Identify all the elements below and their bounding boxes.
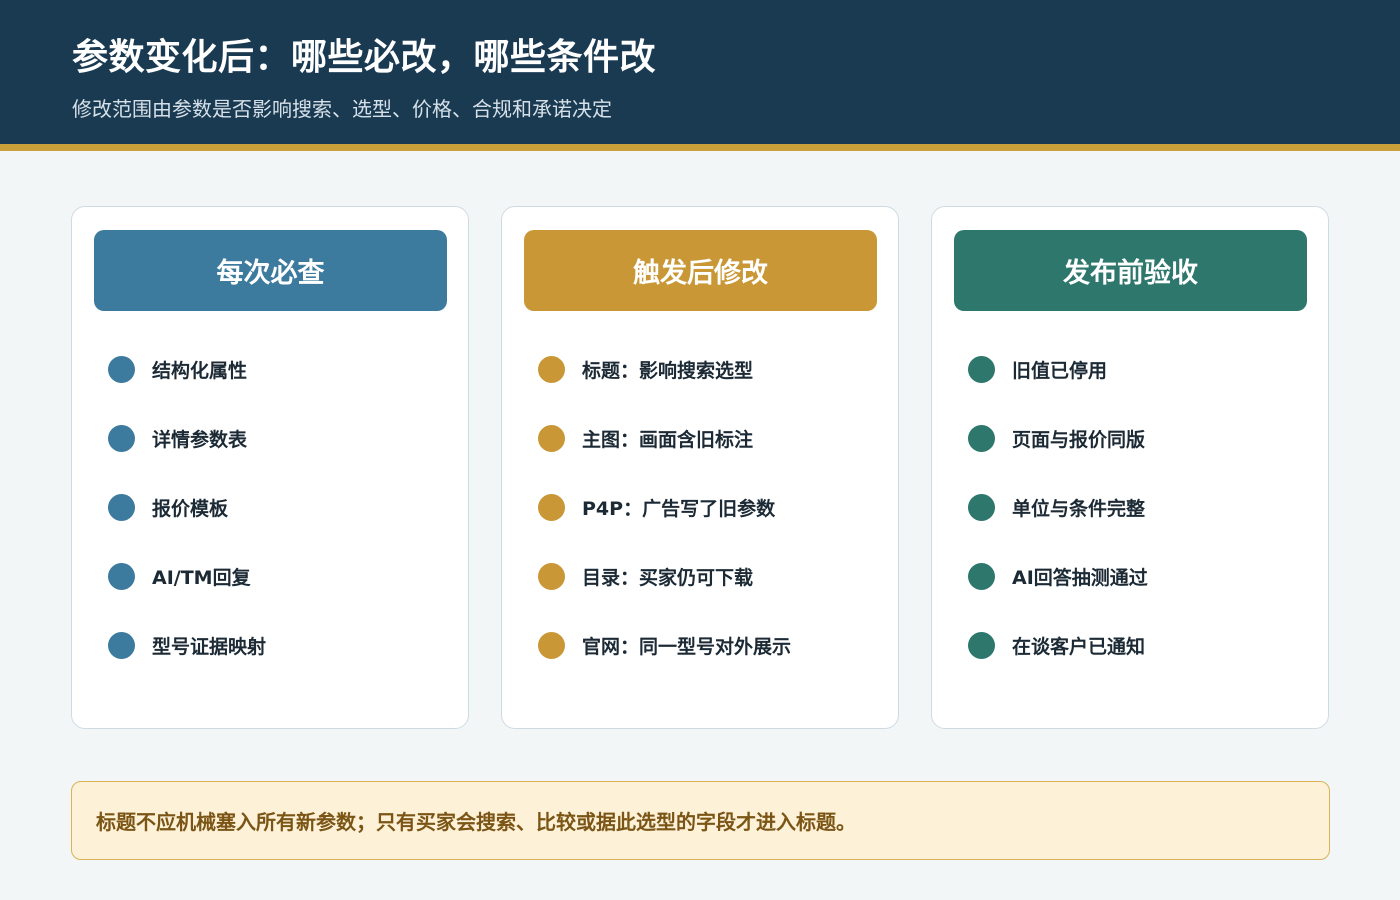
bullet-dot (538, 631, 565, 659)
list-item-label: 详情参数表 (152, 428, 248, 451)
list-item-label: 单位与条件完整 (1012, 497, 1146, 520)
card-trigger-modify: 触发后修改 标题：影响搜索选型 主图：画面含旧标注 P4P：广告写了旧参数 目录… (501, 206, 899, 729)
list-item: 结构化属性 (108, 354, 247, 384)
list-item: 报价模板 (108, 492, 228, 522)
bullet-dot (108, 424, 135, 452)
accent-divider (0, 144, 1400, 151)
list-item: P4P：广告写了旧参数 (538, 492, 775, 522)
bullet-dot (968, 493, 995, 521)
page-subtitle: 修改范围由参数是否影响搜索、选型、价格、合规和承诺决定 (72, 97, 612, 121)
list-item: 单位与条件完整 (968, 492, 1145, 522)
list-item: 主图：画面含旧标注 (538, 423, 753, 453)
bullet-dot (968, 562, 995, 590)
list-item: AI/TM回复 (108, 561, 251, 591)
list-item-label: 旧值已停用 (1012, 359, 1108, 382)
list-item-label: 目录：买家仍可下载 (582, 566, 754, 589)
list-item-label: AI回答抽测通过 (1012, 566, 1148, 589)
note-text: 标题不应机械塞入所有新参数；只有买家会搜索、比较或据此选型的字段才进入标题。 (96, 810, 856, 834)
list-item: 页面与报价同版 (968, 423, 1145, 453)
list-item-label: 结构化属性 (152, 359, 248, 382)
bullet-dot (968, 631, 995, 659)
list-item-label: P4P：广告写了旧参数 (582, 497, 776, 520)
list-item: 详情参数表 (108, 423, 247, 453)
list-item-label: 主图：画面含旧标注 (582, 428, 754, 451)
bullet-dot (108, 493, 135, 521)
list-item-label: 在谈客户已通知 (1012, 635, 1146, 658)
note-callout: 标题不应机械塞入所有新参数；只有买家会搜索、比较或据此选型的字段才进入标题。 (71, 781, 1330, 860)
bullet-dot (108, 631, 135, 659)
bullet-dot (538, 493, 565, 521)
list-item: 在谈客户已通知 (968, 630, 1145, 660)
card-items-trigger-modify: 标题：影响搜索选型 主图：画面含旧标注 P4P：广告写了旧参数 目录：买家仍可下… (502, 207, 898, 728)
list-item: 官网：同一型号对外展示 (538, 630, 791, 660)
page-title: 参数变化后：哪些必改，哪些条件改 (72, 37, 657, 78)
bullet-dot (108, 562, 135, 590)
list-item: AI回答抽测通过 (968, 561, 1148, 591)
card-items-every-check: 结构化属性 详情参数表 报价模板 AI/TM回复 型号证据映射 (72, 207, 468, 728)
list-item-label: AI/TM回复 (152, 566, 251, 589)
bullet-dot (968, 424, 995, 452)
card-every-check: 每次必查 结构化属性 详情参数表 报价模板 AI/TM回复 型号证据映射 (71, 206, 469, 729)
list-item-label: 报价模板 (152, 497, 229, 520)
bullet-dot (968, 355, 995, 383)
bullet-dot (108, 355, 135, 383)
bullet-dot (538, 424, 565, 452)
list-item: 标题：影响搜索选型 (538, 354, 753, 384)
bullet-dot (538, 562, 565, 590)
list-item: 型号证据映射 (108, 630, 266, 660)
card-items-pre-release-check: 旧值已停用 页面与报价同版 单位与条件完整 AI回答抽测通过 在谈客户已通知 (932, 207, 1328, 728)
card-pre-release-check: 发布前验收 旧值已停用 页面与报价同版 单位与条件完整 AI回答抽测通过 在谈客… (931, 206, 1329, 729)
header-banner: 参数变化后：哪些必改，哪些条件改 修改范围由参数是否影响搜索、选型、价格、合规和… (0, 0, 1400, 144)
list-item-label: 标题：影响搜索选型 (582, 359, 754, 382)
bullet-dot (538, 355, 565, 383)
list-item-label: 页面与报价同版 (1012, 428, 1146, 451)
list-item: 目录：买家仍可下载 (538, 561, 753, 591)
list-item: 旧值已停用 (968, 354, 1107, 384)
list-item-label: 型号证据映射 (152, 635, 267, 658)
list-item-label: 官网：同一型号对外展示 (582, 635, 792, 658)
